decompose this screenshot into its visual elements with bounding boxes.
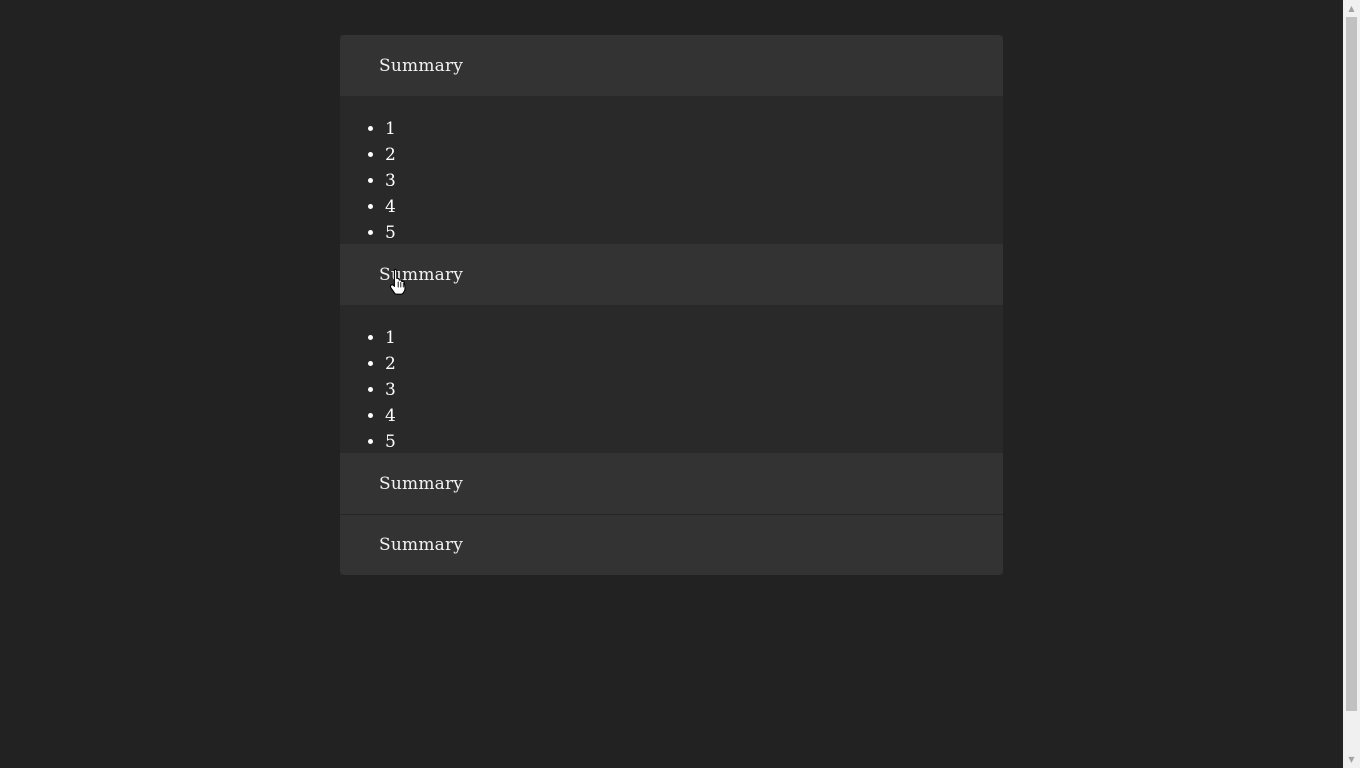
list-item: 5	[385, 429, 1003, 455]
hand-pointer-icon	[389, 268, 406, 295]
vertical-scrollbar[interactable]: ▲ ▼	[1343, 0, 1360, 768]
accordion-item-2: Summary 1 2 3 4 5	[340, 244, 1003, 453]
list-item: 2	[385, 142, 1003, 168]
scrollbar-thumb[interactable]	[1346, 17, 1357, 711]
accordion-summary-2[interactable]: Summary	[340, 244, 1003, 305]
accordion: Summary 1 2 3 4 5 Summary 1 2 3	[340, 35, 1003, 575]
accordion-summary-1[interactable]: Summary	[340, 35, 1003, 96]
list-item: 5	[385, 220, 1003, 246]
accordion-item-4: Summary	[340, 514, 1003, 575]
triangle-down-icon[interactable]: ▼	[1343, 751, 1360, 768]
accordion-item-3: Summary	[340, 453, 1003, 514]
list-item: 2	[385, 351, 1003, 377]
summary-label: Summary	[379, 55, 464, 76]
accordion-item-1: Summary 1 2 3 4 5	[340, 35, 1003, 244]
summary-label: Summary	[379, 473, 464, 494]
list-item: 3	[385, 377, 1003, 403]
accordion-details-1: 1 2 3 4 5	[340, 96, 1003, 244]
list-item: 4	[385, 403, 1003, 429]
page: Summary 1 2 3 4 5 Summary 1 2 3	[0, 0, 1360, 768]
accordion-summary-4[interactable]: Summary	[340, 514, 1003, 575]
list-item: 4	[385, 194, 1003, 220]
list-item: 3	[385, 168, 1003, 194]
list-item: 1	[385, 325, 1003, 351]
accordion-summary-3[interactable]: Summary	[340, 453, 1003, 514]
accordion-details-2: 1 2 3 4 5	[340, 305, 1003, 453]
bullet-list: 1 2 3 4 5	[340, 325, 1003, 455]
summary-label: Summary	[379, 535, 464, 555]
bullet-list: 1 2 3 4 5	[340, 116, 1003, 246]
triangle-up-icon[interactable]: ▲	[1343, 0, 1360, 17]
list-item: 1	[385, 116, 1003, 142]
